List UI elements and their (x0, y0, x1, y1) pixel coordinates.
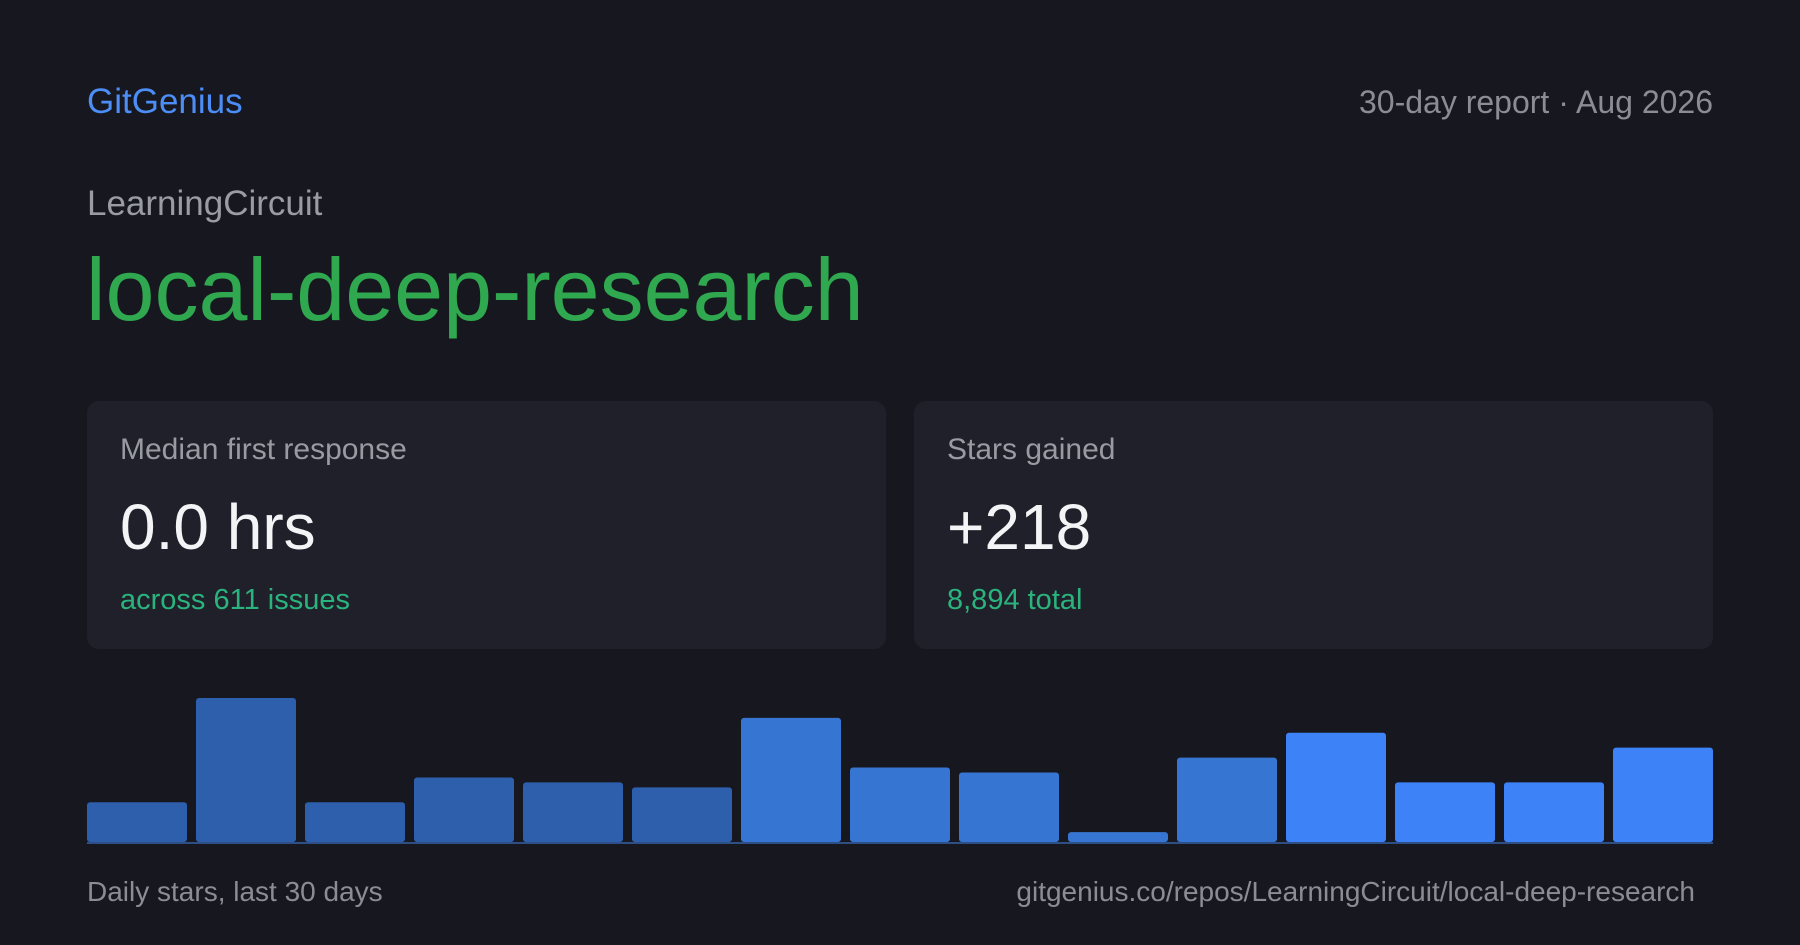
stat-value: +218 (947, 491, 1092, 563)
chart-bar (305, 802, 405, 842)
stat-label: Median first response (120, 433, 407, 466)
chart-bar (632, 787, 732, 842)
brand-logo-text: GitGenius (87, 82, 243, 121)
chart-baseline (87, 842, 1713, 844)
repo-owner: LearningCircuit (87, 184, 323, 223)
repo-url[interactable]: gitgenius.co/repos/LearningCircuit/local… (1016, 874, 1695, 910)
chart-bar (1395, 782, 1495, 842)
chart-bar (1613, 747, 1713, 842)
chart-bar (523, 782, 623, 842)
chart-bar (1068, 832, 1168, 842)
chart-bar (414, 777, 514, 842)
stat-card-first-response: Median first response 0.0 hrs across 611… (87, 401, 886, 649)
chart-bar (1286, 732, 1386, 842)
daily-stars-bar-chart (87, 698, 1713, 844)
stat-label: Stars gained (947, 433, 1116, 466)
report-period: 30-day report · Aug 2026 (1358, 84, 1713, 120)
chart-bar (959, 772, 1059, 842)
stat-card-stars-gained: Stars gained +218 8,894 total (914, 401, 1713, 649)
chart-bar (196, 698, 296, 842)
repo-name: local-deep-research (86, 240, 864, 339)
chart-caption: Daily stars, last 30 days (87, 876, 383, 907)
stat-subtext: 8,894 total (947, 584, 1083, 616)
chart-bar (741, 717, 841, 842)
chart-bar (850, 767, 950, 842)
chart-bar (87, 802, 187, 842)
stat-value: 0.0 hrs (120, 491, 316, 563)
chart-bar (1504, 782, 1604, 842)
chart-bar (1177, 757, 1277, 842)
stat-subtext: across 611 issues (120, 584, 350, 616)
